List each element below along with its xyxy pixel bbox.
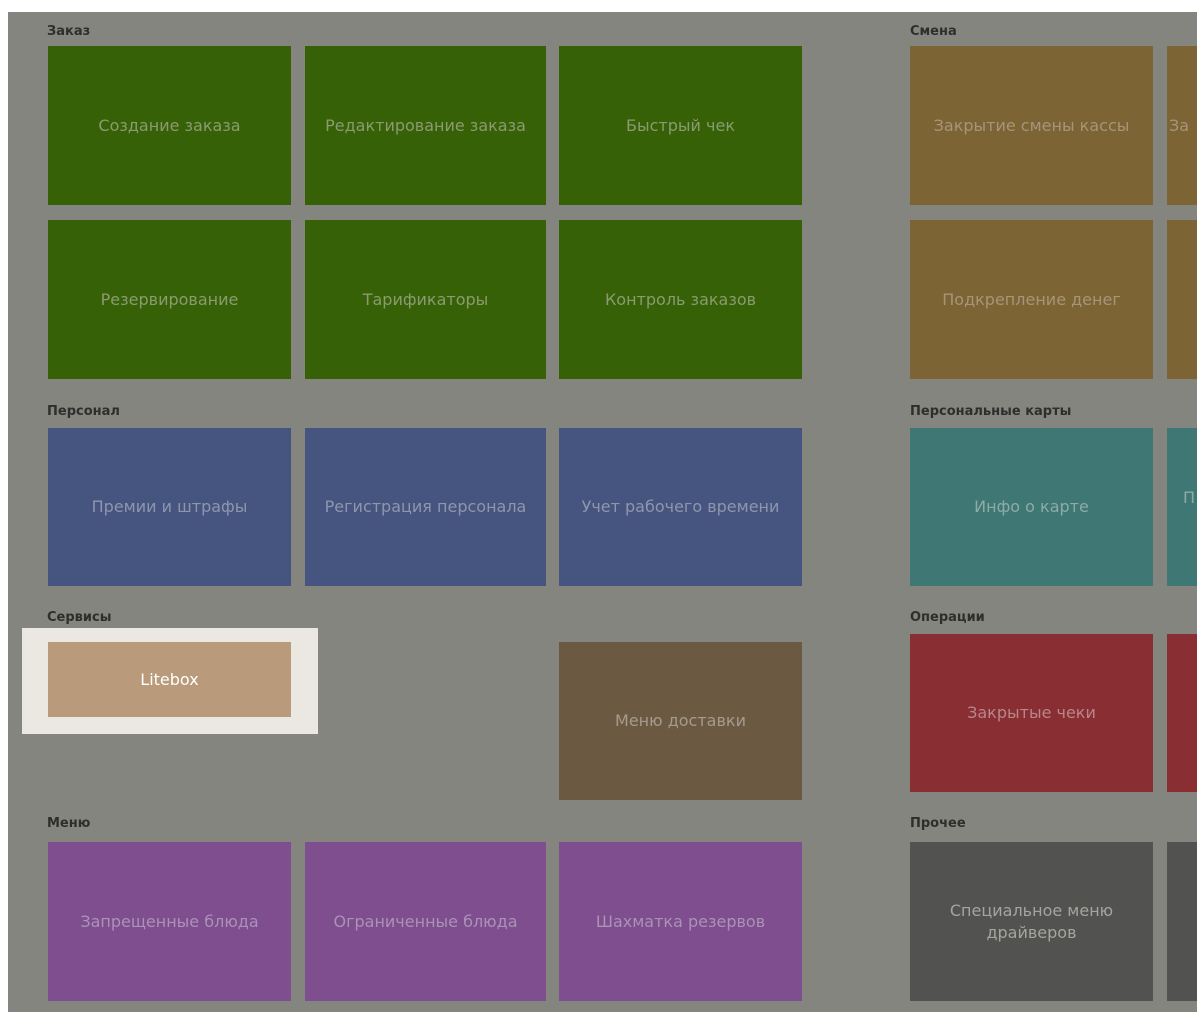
- delivery-menu-button[interactable]: Меню доставки: [559, 642, 802, 800]
- cash-reinforce-button[interactable]: Подкрепление денег: [910, 220, 1153, 379]
- special-driver-menu-button[interactable]: Специальное меню драйверов: [910, 842, 1153, 1001]
- order-control-button[interactable]: Контроль заказов: [559, 220, 802, 379]
- card-2-button[interactable]: П: [1167, 428, 1197, 586]
- section-title-menu: Меню: [47, 816, 91, 831]
- section-title-shift: Смена: [910, 24, 957, 39]
- operations-extra-button[interactable]: [1167, 634, 1197, 792]
- bonuses-button[interactable]: Премии и штрафы: [48, 428, 291, 586]
- section-title-services: Сервисы: [47, 610, 112, 625]
- main-menu-screen: Заказ Создание заказа Редактирование зак…: [8, 12, 1197, 1012]
- close-shift-button[interactable]: Закрытие смены кассы: [910, 46, 1153, 205]
- litebox-button[interactable]: Litebox: [48, 642, 291, 717]
- tariffs-button[interactable]: Тарификаторы: [305, 220, 546, 379]
- staff-registration-button[interactable]: Регистрация персонала: [305, 428, 546, 586]
- work-time-button[interactable]: Учет рабочего времени: [559, 428, 802, 586]
- section-title-personnel: Персонал: [47, 404, 120, 419]
- card-info-button[interactable]: Инфо о карте: [910, 428, 1153, 586]
- close-shift-2-button[interactable]: За: [1167, 46, 1197, 205]
- section-title-operations: Операции: [910, 610, 985, 625]
- section-title-cards: Персональные карты: [910, 404, 1072, 419]
- section-title-other: Прочее: [910, 816, 966, 831]
- reservation-grid-button[interactable]: Шахматка резервов: [559, 842, 802, 1001]
- section-title-order: Заказ: [47, 24, 91, 39]
- edit-order-button[interactable]: Редактирование заказа: [305, 46, 546, 205]
- other-extra-button[interactable]: [1167, 842, 1197, 1001]
- forbidden-dishes-button[interactable]: Запрещенные блюда: [48, 842, 291, 1001]
- shift-extra-button[interactable]: [1167, 220, 1197, 379]
- create-order-button[interactable]: Создание заказа: [48, 46, 291, 205]
- quick-check-button[interactable]: Быстрый чек: [559, 46, 802, 205]
- limited-dishes-button[interactable]: Ограниченные блюда: [305, 842, 546, 1001]
- reservation-button[interactable]: Резервирование: [48, 220, 291, 379]
- closed-checks-button[interactable]: Закрытые чеки: [910, 634, 1153, 792]
